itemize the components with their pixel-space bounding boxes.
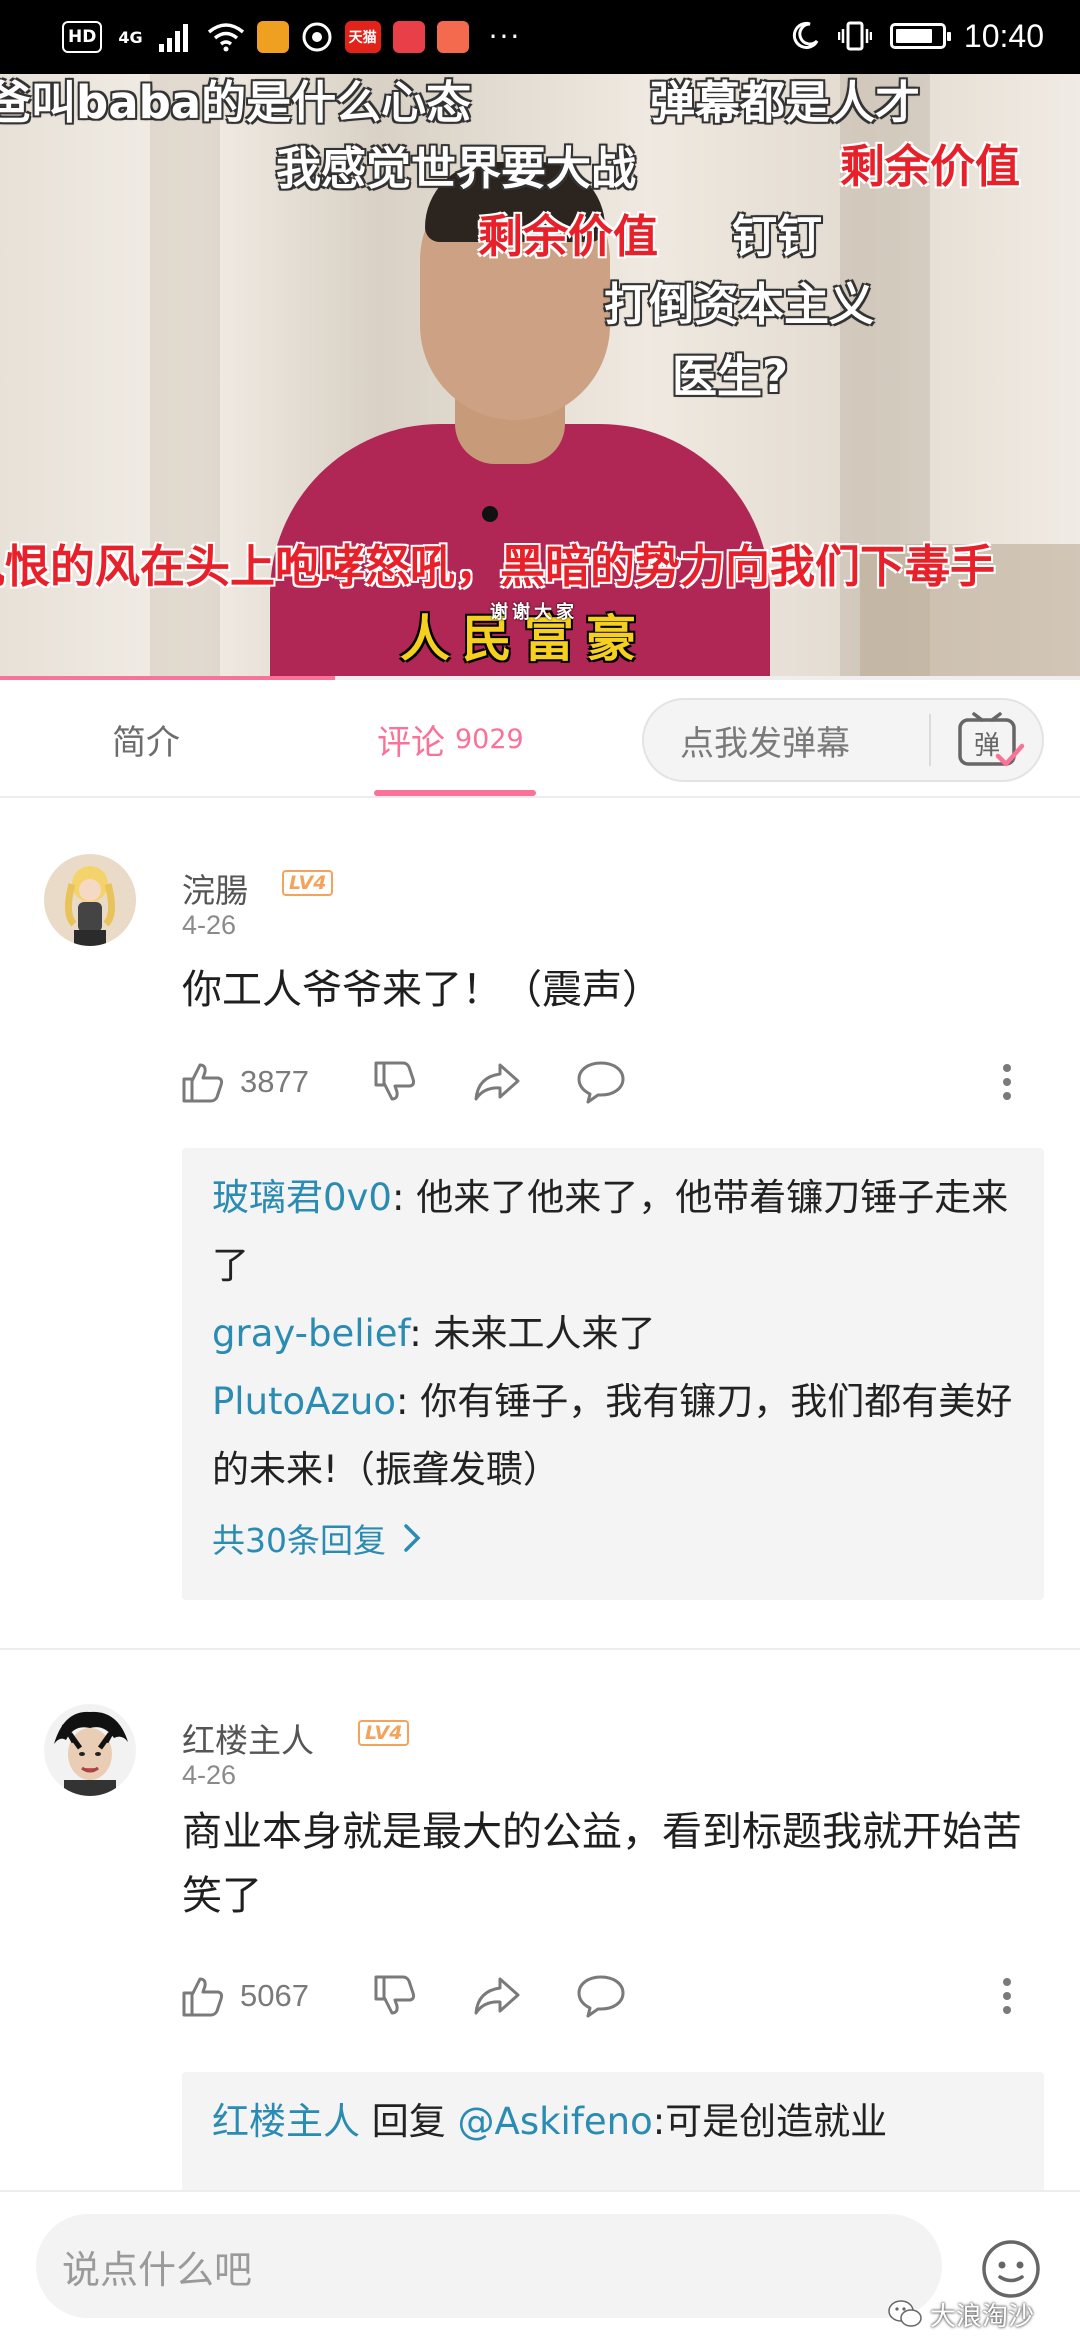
comment-username[interactable]: 红楼主人: [182, 1714, 314, 1762]
danmaku-toggle-icon[interactable]: 弹: [954, 710, 1026, 772]
reply-item: gray-belief: 未来工人来了: [212, 1312, 656, 1355]
level-badge: LV4: [282, 870, 334, 896]
mic-icon: [482, 506, 498, 522]
share-button[interactable]: [472, 1052, 522, 1112]
avatar[interactable]: [44, 854, 136, 946]
share-icon: [474, 1977, 520, 2015]
reply-username[interactable]: 玻璃君0v0: [212, 1176, 392, 1219]
hd-icon: HD: [62, 21, 103, 53]
comment-bubble-icon: [577, 1061, 625, 1104]
danmaku-input-placeholder: 点我发弹幕: [680, 723, 850, 764]
danmaku-comment: 我感觉世界要大战: [276, 142, 637, 195]
bottom-comment-bar: 说点什么吧 大浪淘沙: [0, 2190, 1080, 2340]
emoji-icon[interactable]: [980, 2238, 1042, 2300]
more-options-button[interactable]: [1000, 1966, 1014, 2026]
danmaku-comment: 剩余价值: [478, 210, 659, 263]
danmaku-comment: 爸叫baba的是什么心态: [0, 76, 472, 129]
danmaku-comment: 弹幕都是人才: [650, 76, 921, 129]
danmaku-comment: 剩余价值: [840, 140, 1021, 193]
more-notifications-icon: ···: [488, 20, 522, 53]
comment-date: 4-26: [182, 910, 237, 940]
reply-username[interactable]: gray-belief: [212, 1312, 409, 1355]
reply-mention[interactable]: @Askifeno: [458, 2100, 653, 2143]
signal-icon: [158, 24, 188, 52]
more-vertical-icon: [1003, 1978, 1011, 2014]
more-options-button[interactable]: [1000, 1052, 1014, 1112]
tab-comments-label: 评论: [377, 722, 445, 763]
comment-item: 浣腸 LV4 4-26 你工人爷爷来了！（震声） 3877 玻璃君0v0: 他来…: [0, 800, 1080, 1650]
video-player[interactable]: 爸叫baba的是什么心态 弹幕都是人才 我感觉世界要大战 剩余价值 剩余价值 钉…: [0, 74, 1080, 680]
app-notification-icon: [256, 21, 289, 53]
danmaku-comment: 仇恨的风在头上咆哮怒吼，黑暗的势力向我们下毒手: [0, 540, 996, 593]
comment-content: 商业本身就是最大的公益，看到标题我就开始苦笑了: [182, 1809, 1022, 1919]
clock: 10:40: [963, 17, 1044, 54]
tab-comments-count: 9029: [455, 723, 524, 755]
battery-level: [895, 29, 933, 43]
like-button[interactable]: 3877: [180, 1052, 309, 1112]
thumbs-up-icon: [182, 1063, 224, 1103]
reply-text: :可是创造就业: [652, 2100, 888, 2143]
comment-input-placeholder: 说点什么吧: [62, 2247, 253, 2292]
like-count: 5067: [240, 1978, 309, 2013]
wechat-icon: [888, 2300, 922, 2327]
reply-button[interactable]: [576, 1966, 626, 2026]
more-vertical-icon: [1003, 1064, 1011, 1100]
network-icon: 4G: [118, 27, 143, 47]
danmaku-comment: 打倒资本主义: [604, 278, 875, 331]
battery-icon: [889, 23, 951, 49]
thumbs-down-icon: [374, 1975, 416, 2015]
reply-text: 未来工人来了: [433, 1312, 656, 1355]
share-icon: [474, 1063, 520, 1101]
thumbs-down-icon: [374, 1061, 416, 1101]
wifi-icon: [207, 23, 244, 52]
level-badge: LV4: [358, 1720, 410, 1746]
comment-content: 你工人爷爷来了！（震声）: [182, 967, 662, 1013]
comment-item: 红楼主人 LV4 4-26 商业本身就是最大的公益，看到标题我就开始苦笑了 50…: [0, 1650, 1080, 2212]
comment-actions: 5067: [180, 1966, 1050, 2026]
vibrate-icon: [837, 21, 872, 51]
reply-username[interactable]: 红楼主人: [212, 2100, 360, 2143]
reply-button[interactable]: [576, 1052, 626, 1112]
reply-item: PlutoAzuo: 你有锤子，我有镰刀，我们都有美好的未来!（振聋发聩）: [212, 1380, 1013, 1491]
tab-intro-label: 简介: [112, 722, 180, 763]
watermark-text: 大浪淘沙: [930, 2301, 1035, 2332]
share-button[interactable]: [472, 1966, 522, 2026]
view-all-replies-link[interactable]: 共30条回复: [212, 1508, 1014, 1568]
tab-comments[interactable]: 评论 9029: [377, 680, 524, 798]
dislike-button[interactable]: [372, 1966, 418, 2026]
like-button[interactable]: 5067: [180, 1966, 309, 2026]
app-notification-icon-2: [392, 21, 425, 53]
comment-bubble-icon: [577, 1975, 625, 2018]
status-bar: HD 4G 天猫 ··· 10:40: [0, 0, 1080, 74]
reply-preview-box[interactable]: 玻璃君0v0: 他来了他来了，他带着镰刀锤子走来了 gray-belief: 未…: [182, 1148, 1044, 1600]
avatar[interactable]: [44, 1704, 136, 1796]
circle-notification-icon: [302, 22, 332, 52]
tab-intro[interactable]: 简介: [112, 680, 180, 798]
comment-input[interactable]: 说点什么吧: [36, 2214, 942, 2318]
chevron-right-icon: [404, 1524, 421, 1552]
dislike-button[interactable]: [372, 1052, 418, 1112]
thumbs-up-icon: [182, 1977, 224, 2017]
danmaku-comment: 钉钉: [732, 210, 823, 263]
tab-active-indicator: [374, 790, 536, 796]
app-notification-icon-3: [436, 21, 469, 53]
reply-item: 玻璃君0v0: 他来了他来了，他带着镰刀锤子走来了: [212, 1176, 1009, 1287]
reply-username[interactable]: PlutoAzuo: [212, 1380, 396, 1423]
comment-date: 4-26: [182, 1760, 237, 1790]
danmaku-comment: 医生?: [672, 350, 789, 403]
status-left-icons: HD 4G 天猫 ···: [62, 18, 521, 56]
status-right-icons: 10:40: [790, 14, 1044, 58]
reply-word: 回复: [371, 2100, 446, 2143]
view-all-replies-label: 共30条回复: [212, 1521, 386, 1560]
moon-icon: [792, 21, 819, 49]
danmaku-input[interactable]: 点我发弹幕 弹: [642, 698, 1044, 782]
video-caption: 谢谢大家: [490, 602, 578, 623]
reply-item: 红楼主人 回复 @Askifeno:可是创造就业: [212, 2088, 1014, 2156]
watermark: 大浪淘沙: [888, 2292, 1034, 2336]
comment-username[interactable]: 浣腸: [182, 864, 248, 912]
comment-actions: 3877: [180, 1052, 1050, 1112]
like-count: 3877: [240, 1064, 309, 1099]
tmall-badge-icon: 天猫: [344, 21, 381, 53]
tab-bar: 简介 评论 9029 点我发弹幕 弹: [0, 680, 1080, 798]
